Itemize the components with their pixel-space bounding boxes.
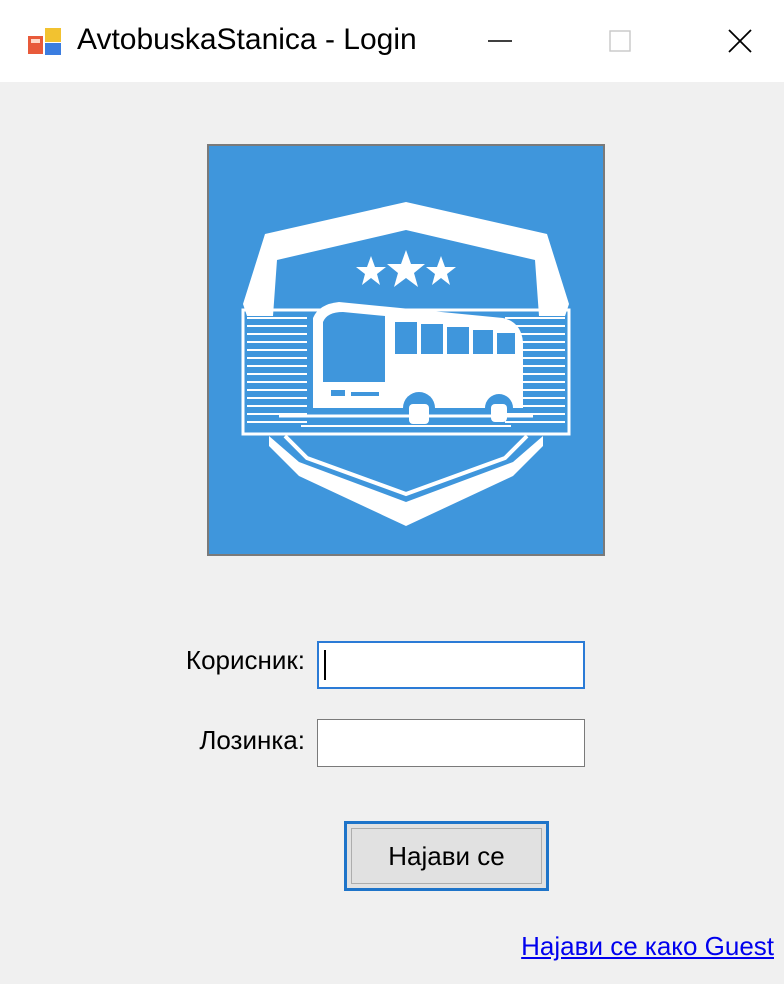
maximize-icon <box>609 30 631 52</box>
login-button[interactable]: Најави се <box>344 821 549 891</box>
window-title: AvtobuskaStanica - Login <box>77 23 417 56</box>
title-bar: AvtobuskaStanica - Login <box>0 0 784 82</box>
login-button-label: Најави се <box>388 840 505 871</box>
bus-shield-logo <box>207 144 605 556</box>
maximize-button <box>580 0 660 82</box>
password-label: Лозинка: <box>199 725 305 755</box>
username-label: Корисник: <box>185 645 305 675</box>
minimize-icon <box>488 40 512 42</box>
guest-login-link[interactable]: Најави се како Guest <box>521 929 774 963</box>
minimize-button[interactable] <box>460 0 540 82</box>
bus-logo-icon <box>241 202 571 526</box>
password-input[interactable] <box>317 719 585 767</box>
text-caret <box>324 650 326 680</box>
close-icon <box>728 29 752 53</box>
close-button[interactable] <box>700 0 780 82</box>
app-icon <box>28 28 61 55</box>
username-input[interactable] <box>317 641 585 689</box>
